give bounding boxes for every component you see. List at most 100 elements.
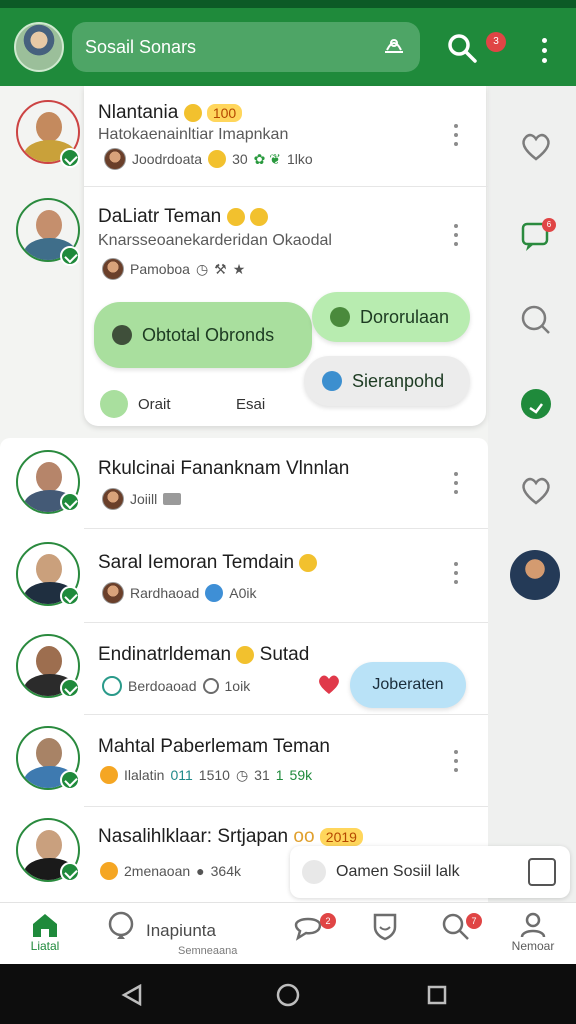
avatar [102, 582, 124, 604]
feed-item-subtitle: Knarsseoanekarderidan Okaodal [98, 232, 332, 249]
notification-badge: 3 [486, 32, 506, 52]
nav-profile[interactable]: Nemoar [508, 911, 558, 953]
bubble-label[interactable]: Esai [236, 396, 265, 413]
smile-icon [299, 553, 318, 572]
clock-icon: ◷ [235, 766, 249, 783]
app-title-bar[interactable]: Sosail Sonars [72, 22, 420, 72]
bottom-navigation: Liatal Inapiunta Semneaana 2 7 Nemoar [0, 902, 576, 964]
globe-icon [205, 584, 224, 602]
reaction-bubble[interactable]: Dororulaan [312, 292, 470, 342]
bubble-label[interactable]: Orait [138, 396, 171, 413]
recents-icon[interactable] [426, 984, 448, 1006]
smile-icon [236, 645, 255, 664]
feed-item-name: Saral Iemoran Temdain [98, 552, 318, 574]
feed-item[interactable]: DaLiatr Teman Knarsseoanekarderidan Okao… [0, 196, 488, 296]
search-bubble-icon[interactable] [518, 302, 554, 338]
user-avatar[interactable] [14, 22, 64, 72]
chat-icon [294, 917, 322, 941]
social-compose-bar[interactable]: Oamen Sosiil lalk [290, 846, 570, 898]
bubble-label: Obtotal Obronds [142, 324, 275, 345]
avatar-icon [112, 325, 132, 345]
avatar [102, 488, 124, 510]
contact-avatar[interactable] [510, 550, 560, 600]
verified-icon [60, 586, 80, 606]
meta-author: Ilalatin [124, 767, 165, 783]
leaf-icon [100, 390, 128, 418]
meta-extra: A0ik [229, 585, 257, 601]
meta-count: 011 [170, 767, 193, 783]
home-button-icon[interactable] [275, 982, 301, 1008]
active-circle-icon[interactable] [518, 386, 554, 422]
smile-icon [302, 860, 326, 884]
feed-item-meta: Berdoaoad 1oik [102, 676, 250, 696]
circle-icon [202, 678, 219, 694]
feed-item-subtitle: Hatokaenainltiar Imapnkan [98, 126, 289, 143]
action-bubble[interactable]: Joberaten [350, 662, 466, 708]
nav-inspiration-icon-wrap[interactable] [106, 911, 136, 941]
divider [84, 806, 488, 807]
feed-item[interactable]: Endinatrldeman Sutad Berdoaoad 1oik Jobe… [0, 632, 488, 718]
app-header: Sosail Sonars 3 [0, 8, 576, 86]
tool-icon: ⚒ [214, 260, 227, 277]
back-icon[interactable] [120, 984, 144, 1006]
social-compose-text: Oamen Sosiil lalk [336, 863, 460, 880]
smile-icon [208, 150, 227, 168]
sticker-icon: ✿ ❦ [253, 150, 281, 167]
feed-item-name: Rkulcinai Fananknam Vlnnlan [98, 458, 350, 479]
divider [84, 528, 488, 529]
feed-item[interactable]: Mahtal Paberlemam Teman Ilalatin 011 151… [0, 724, 488, 808]
meta-count: 1 [275, 767, 284, 783]
meta-author: 2menaoan [124, 863, 191, 879]
verified-icon [60, 770, 80, 790]
feed-item[interactable]: Saral Iemoran Temdain Rardhaoad A0ik [0, 540, 488, 624]
verified-icon [60, 148, 80, 168]
meta-count: 31 [254, 767, 270, 783]
meta-author: Berdoaoad [128, 678, 197, 694]
more-vertical-icon[interactable] [530, 38, 558, 68]
system-navigation [0, 964, 576, 1024]
globe-icon[interactable] [380, 32, 408, 60]
feed-item-meta: Ilalatin 011 1510 ◷ 31 1 59k [100, 766, 312, 784]
smile-icon [249, 207, 268, 226]
meta-author: Joiill [130, 491, 158, 507]
search-icon[interactable] [444, 30, 480, 66]
smile-icon [100, 766, 118, 784]
nav-shield[interactable] [368, 911, 402, 941]
heart-icon[interactable] [316, 672, 342, 696]
item-more-icon[interactable] [450, 224, 462, 250]
feed-item-meta: Pamoboa ◷ ⚒ ★ [102, 258, 245, 280]
image-icon [163, 493, 182, 505]
feed-item[interactable]: Nlantania 100 Hatokaenainltiar Imapnkan … [0, 96, 488, 186]
avatar [104, 148, 126, 170]
meta-extra: 1lko [287, 151, 313, 167]
reaction-bubble[interactable]: Obtotal Obronds [94, 302, 312, 368]
feed-item[interactable]: Rkulcinai Fananknam Vlnnlan Joiill [0, 448, 488, 528]
nav-inspiration-label[interactable]: Inapiunta [146, 921, 216, 941]
meta-author: Pamoboa [130, 261, 190, 277]
question-bubble-icon [108, 911, 134, 939]
meta-author: Rardhaoad [130, 585, 200, 601]
bubble-label: Dororulaan [360, 306, 450, 327]
item-more-icon[interactable] [450, 472, 462, 498]
clock-icon: ◷ [195, 260, 209, 277]
nav-label: Liatal [30, 939, 60, 953]
feed-item-name: Nlantania 100 [98, 102, 243, 124]
item-more-icon[interactable] [450, 124, 462, 150]
item-more-icon[interactable] [450, 750, 462, 776]
feed-item-name: Mahtal Paberlemam Teman [98, 736, 330, 757]
divider [84, 714, 488, 715]
location-icon: ● [196, 863, 205, 879]
nav-home[interactable]: Liatal [22, 911, 68, 953]
feed-item-meta: Rardhaoad A0ik [102, 582, 257, 604]
reaction-bubble[interactable]: Sieranpohd [304, 356, 470, 406]
tag-badge: 100 [206, 104, 243, 122]
nav-label: Nemoar [511, 939, 555, 953]
compose-icon[interactable] [528, 858, 556, 886]
heart-outline-icon[interactable] [518, 128, 554, 164]
meta-extra: 1oik [224, 678, 251, 694]
item-more-icon[interactable] [450, 562, 462, 588]
heart-outline-icon[interactable] [518, 472, 554, 508]
nav-chat-badge: 2 [320, 913, 336, 929]
tag-badge: 2019 [319, 828, 363, 846]
shield-face-icon [373, 913, 397, 941]
